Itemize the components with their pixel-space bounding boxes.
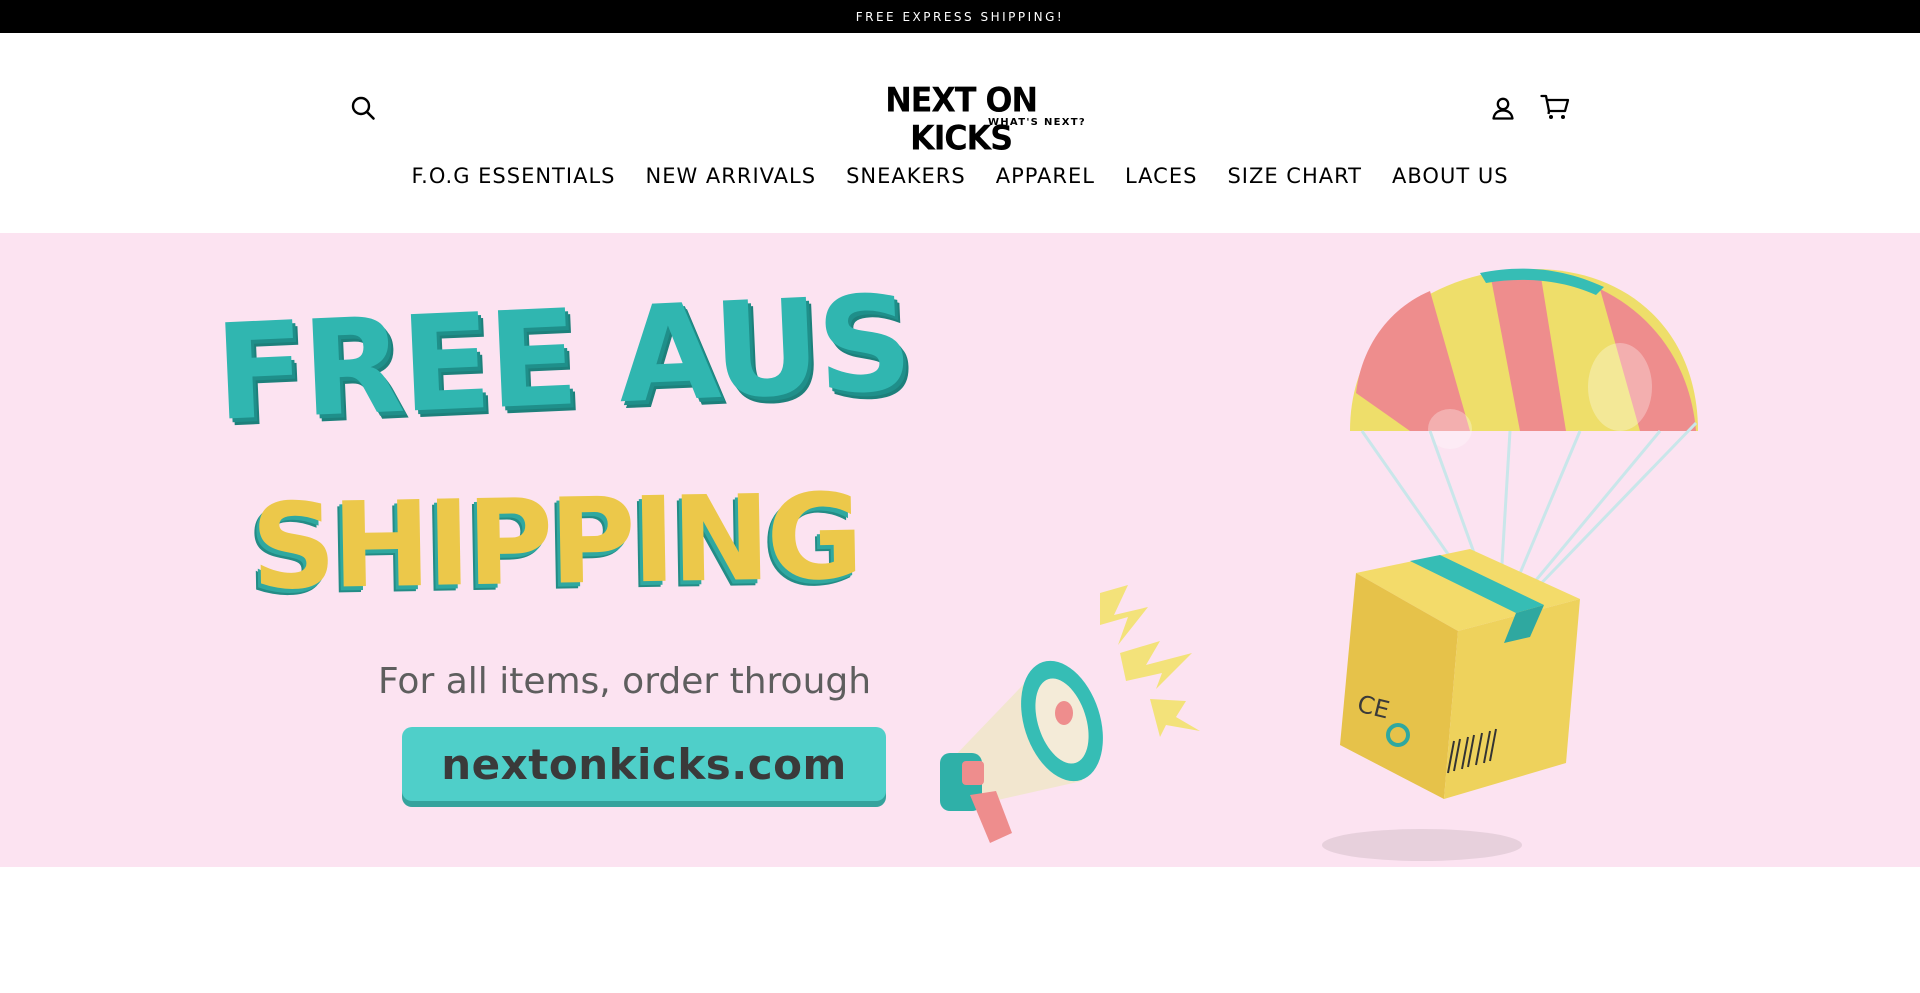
search-button[interactable] xyxy=(346,91,380,125)
account-button[interactable] xyxy=(1486,91,1520,125)
nav-item-about-us[interactable]: ABOUT US xyxy=(1377,160,1524,192)
announcement-bar: FREE EXPRESS SHIPPING! xyxy=(0,0,1920,33)
search-icon xyxy=(351,96,375,120)
nav-item-size-chart[interactable]: SIZE CHART xyxy=(1212,160,1377,192)
main-navigation: F.O.G ESSENTIALS NEW ARRIVALS SNEAKERS A… xyxy=(0,160,1920,192)
hero-headline-line1: FREE AUS xyxy=(212,266,913,451)
parachute-illustration: CE xyxy=(1322,268,1698,861)
nav-item-fog-essentials[interactable]: F.O.G ESSENTIALS xyxy=(396,160,630,192)
announcement-text: FREE EXPRESS SHIPPING! xyxy=(855,9,1065,24)
user-icon xyxy=(1492,97,1514,120)
nav-item-sneakers[interactable]: SNEAKERS xyxy=(831,160,981,192)
nav-item-new-arrivals[interactable]: NEW ARRIVALS xyxy=(630,160,831,192)
megaphone-illustration xyxy=(940,585,1200,843)
nav-item-apparel[interactable]: APPAREL xyxy=(981,160,1110,192)
nav-item-laces[interactable]: LACES xyxy=(1110,160,1212,192)
cart-icon xyxy=(1540,94,1570,119)
hero-banner[interactable]: CE FREE AUS SHIPPING For all items, orde… xyxy=(0,233,1920,867)
site-header: NEXT ON KICKS WHAT'S NEXT? F.O.G ESSENTI… xyxy=(0,33,1920,233)
site-logo[interactable]: NEXT ON KICKS WHAT'S NEXT? xyxy=(826,81,1096,157)
logo-tagline: WHAT'S NEXT? xyxy=(987,117,1086,128)
hero-subline: For all items, order through xyxy=(378,661,872,702)
hero-headline-line2: SHIPPING xyxy=(250,467,861,616)
cart-button[interactable] xyxy=(1536,90,1574,124)
hero-url-button: nextonkicks.com xyxy=(402,727,886,801)
